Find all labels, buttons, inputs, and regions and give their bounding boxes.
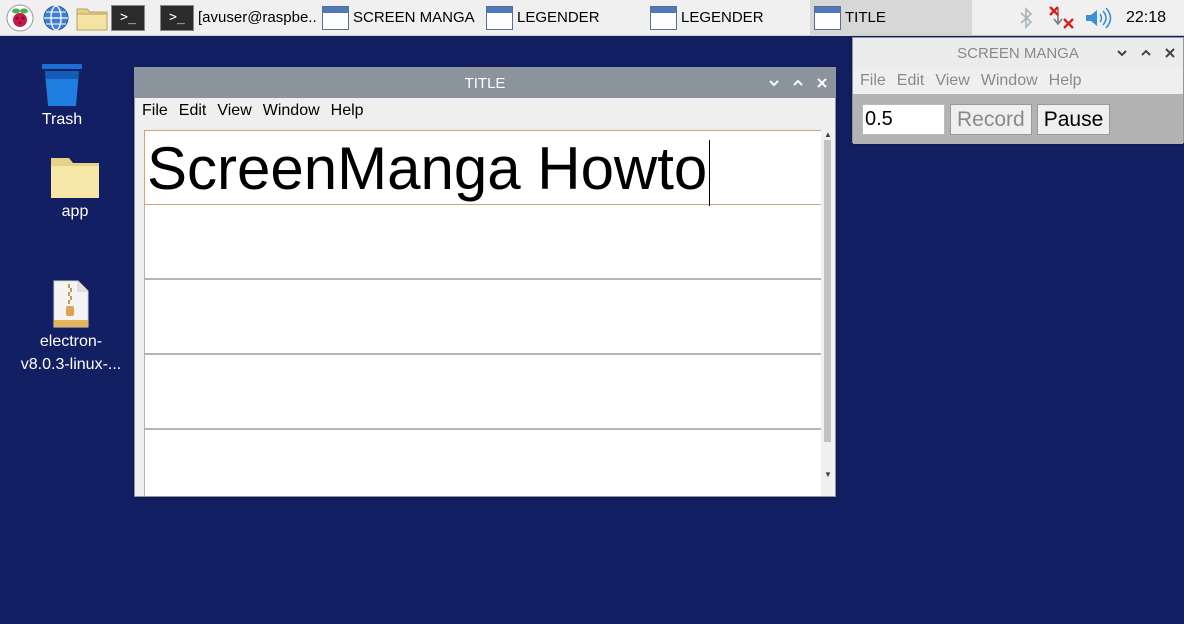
task-screen-manga[interactable]: SCREEN MANGA — [318, 0, 482, 36]
network-disconnected-icon[interactable] — [1044, 0, 1080, 36]
screen-manga-window: SCREEN MANGA File Edit View Window Help … — [852, 37, 1184, 144]
volume-icon[interactable] — [1080, 0, 1116, 36]
title-window-titlebar[interactable]: TITLE — [135, 68, 835, 98]
title-window: TITLE File Edit View Window Help ScreenM… — [134, 67, 836, 497]
task-legender-2[interactable]: LEGENDER — [646, 0, 810, 36]
desktop-icon-trash[interactable]: Trash — [7, 48, 117, 131]
menu-view[interactable]: View — [217, 102, 251, 120]
task-legender-1[interactable]: LEGENDER — [482, 0, 646, 36]
system-tray: 22:18 — [1008, 0, 1184, 36]
task-title[interactable]: TITLE — [810, 0, 972, 36]
record-button[interactable]: Record — [950, 103, 1032, 135]
task-label: SCREEN MANGA — [353, 9, 475, 26]
trash-icon — [7, 48, 117, 108]
window-title: SCREEN MANGA — [957, 44, 1079, 62]
browser-icon[interactable] — [40, 2, 72, 34]
vertical-scroll-thumb[interactable] — [824, 140, 831, 442]
window-icon — [322, 5, 349, 30]
line-text: ScreenManga Howto — [147, 135, 708, 202]
menu-help[interactable]: Help — [1049, 72, 1082, 90]
vertical-scrollbar[interactable]: ▲ ▼ — [821, 130, 834, 496]
pause-button[interactable]: Pause — [1036, 103, 1111, 135]
window-title: TITLE — [464, 74, 506, 92]
close-icon[interactable] — [815, 76, 829, 90]
desktop-icon-app[interactable]: app — [20, 140, 130, 223]
menu-view[interactable]: View — [935, 72, 969, 90]
line-input-5[interactable] — [144, 430, 834, 496]
menu-bar: File Edit View Window Help — [853, 68, 1183, 94]
task-terminal[interactable]: >_ [avuser@raspbe... — [156, 0, 318, 36]
desktop-icon-label: electron- — [39, 333, 103, 350]
line-input-2[interactable] — [144, 205, 834, 280]
file-manager-icon[interactable] — [76, 2, 108, 34]
text-caret — [709, 140, 711, 207]
window-icon — [486, 5, 513, 30]
menu-edit[interactable]: Edit — [179, 102, 207, 120]
maximize-icon[interactable] — [1139, 46, 1153, 60]
menu-edit[interactable]: Edit — [897, 72, 925, 90]
task-label: LEGENDER — [681, 9, 764, 26]
menu-bar: File Edit View Window Help — [135, 98, 835, 124]
lines-editor: ScreenManga Howto ◀ ▶ — [144, 130, 834, 496]
task-label: [avuser@raspbe... — [198, 9, 318, 26]
minimize-icon[interactable] — [767, 76, 781, 90]
task-label: LEGENDER — [517, 9, 600, 26]
window-icon — [650, 5, 677, 30]
terminal-icon[interactable]: >_ — [111, 2, 145, 34]
scroll-down-icon[interactable]: ▼ — [824, 470, 832, 479]
zip-file-icon — [16, 270, 126, 330]
screen-manga-titlebar[interactable]: SCREEN MANGA — [853, 38, 1183, 68]
desktop-icon-label: Trash — [41, 111, 83, 128]
interval-input[interactable]: 0.5 — [862, 103, 945, 135]
desktop-icon-label: v8.0.3-linux-... — [20, 356, 122, 373]
screen-manga-toolbar: 0.5 Record Pause — [853, 94, 1183, 144]
raspberry-menu-icon[interactable] — [4, 2, 36, 34]
folder-icon — [20, 140, 130, 200]
menu-help[interactable]: Help — [331, 102, 364, 120]
close-icon[interactable] — [1163, 46, 1177, 60]
bluetooth-icon[interactable] — [1008, 0, 1044, 36]
menu-window[interactable]: Window — [263, 102, 320, 120]
line-input-1[interactable]: ScreenManga Howto — [144, 130, 834, 207]
minimize-icon[interactable] — [1115, 46, 1129, 60]
window-icon — [814, 5, 841, 30]
maximize-icon[interactable] — [791, 76, 805, 90]
desktop-icon-electron-archive[interactable]: electron- v8.0.3-linux-... — [16, 270, 126, 376]
terminal-icon: >_ — [160, 4, 194, 31]
task-label: TITLE — [845, 9, 886, 26]
line-input-4[interactable] — [144, 355, 834, 430]
clock[interactable]: 22:18 — [1116, 9, 1184, 27]
desktop-icon-label: app — [61, 203, 89, 220]
scroll-up-icon[interactable]: ▲ — [824, 130, 832, 139]
line-input-3[interactable] — [144, 280, 834, 355]
menu-file[interactable]: File — [142, 102, 168, 120]
menu-file[interactable]: File — [860, 72, 886, 90]
taskbar: >_ >_ [avuser@raspbe... SCREEN MANGA LEG… — [0, 0, 1184, 36]
menu-window[interactable]: Window — [981, 72, 1038, 90]
